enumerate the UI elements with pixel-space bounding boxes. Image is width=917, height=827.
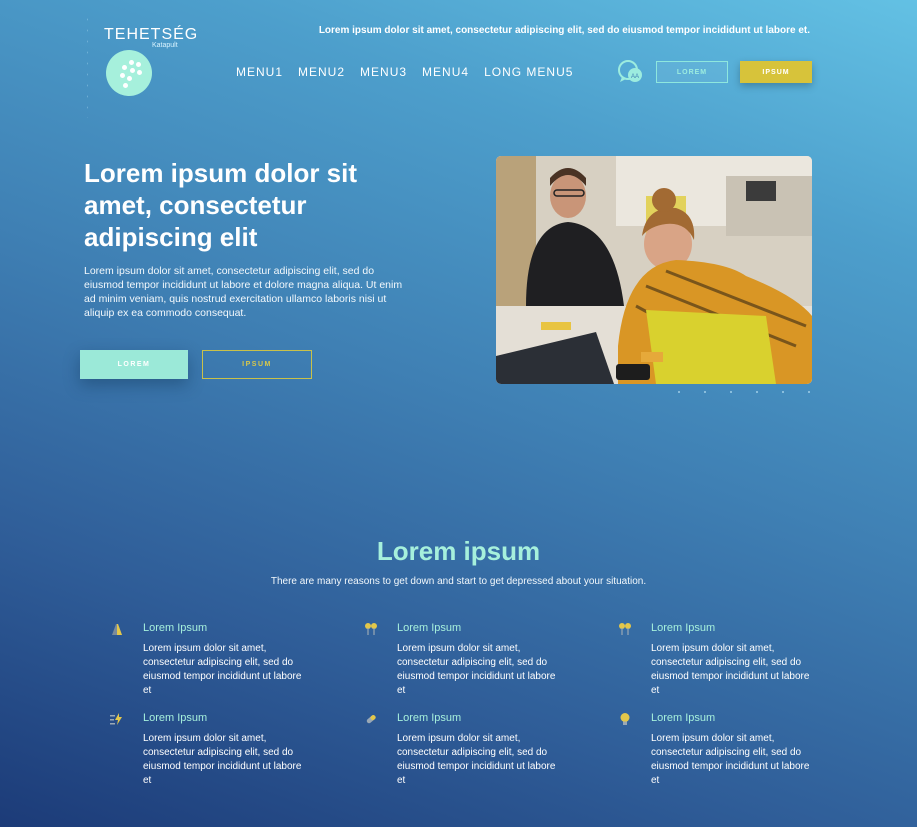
logo-mark-icon [106,50,152,96]
feature-text: Lorem ipsum dolor sit amet, consectetur … [143,733,302,786]
lightning-icon [110,713,122,725]
feature-title: Lorem Ipsum [397,712,462,724]
feature-title: Lorem Ipsum [143,712,208,724]
lightbulb-icon [620,713,630,725]
menu-item-4[interactable]: MENU4 [422,65,469,79]
feature-title: Lorem Ipsum [651,712,716,724]
header-tagline: Lorem ipsum dolor sit amet, consectetur … [318,25,810,36]
main-menu: MENU1 MENU2 MENU3 MENU4 LONG MENU5 [236,65,573,79]
header-lorem-button[interactable]: LOREM [656,61,728,83]
menu-item-5[interactable]: LONG MENU5 [484,65,573,79]
menu-item-1[interactable]: MENU1 [236,65,283,79]
pins-icon [619,623,631,635]
feature-text: Lorem ipsum dolor sit amet, consectetur … [651,733,810,786]
feature-item: Lorem Ipsum Lorem ipsum dolor sit amet, … [110,712,333,788]
feature-text: Lorem ipsum dolor sit amet, consectetur … [143,643,302,696]
logo-subtitle: Katapult [152,42,178,49]
logo[interactable]: TEHETSÉG Katapult [104,26,199,96]
feature-item: Lorem Ipsum Lorem ipsum dolor sit amet, … [365,622,587,698]
section-subtitle: There are many reasons to get down and s… [270,576,647,587]
pill-icon [366,715,376,724]
feature-item: Lorem Ipsum Lorem ipsum dolor sit amet, … [112,622,333,698]
hero-lorem-button[interactable]: LOREM [80,350,188,379]
hero-title: Lorem ipsum dolor sit amet, consectetur … [84,158,358,252]
feature-text: Lorem ipsum dolor sit amet, consectetur … [651,643,810,696]
feature-item: Lorem Ipsum Lorem ipsum dolor sit amet, … [620,712,841,788]
feature-text: Lorem ipsum dolor sit amet, consectetur … [397,643,556,696]
hero-photo [496,156,812,384]
menu-item-2[interactable]: MENU2 [298,65,345,79]
feature-title: Lorem Ipsum [143,622,208,634]
feature-title: Lorem Ipsum [397,622,462,634]
pins-icon [365,623,377,635]
menu-item-3[interactable]: MENU3 [360,65,407,79]
slider-dots[interactable] [678,391,810,393]
logo-name: TEHETSÉG [104,26,199,43]
section-title: Lorem ipsum [376,536,541,566]
traffic-cone-icon [112,624,122,635]
feature-text: Lorem ipsum dolor sit amet, consectetur … [397,733,556,786]
hero-text: Lorem ipsum dolor sit amet, consectetur … [84,265,403,319]
svg-text:AA: AA [631,74,639,80]
header-ipsum-button[interactable]: IPSUM [740,61,812,83]
feature-item: Lorem Ipsum Lorem ipsum dolor sit amet, … [619,622,841,698]
language-chat-icon[interactable]: AA [618,60,644,84]
hero-ipsum-button[interactable]: IPSUM [202,350,312,379]
feature-item: Lorem Ipsum Lorem ipsum dolor sit amet, … [366,712,587,788]
feature-title: Lorem Ipsum [651,622,716,634]
